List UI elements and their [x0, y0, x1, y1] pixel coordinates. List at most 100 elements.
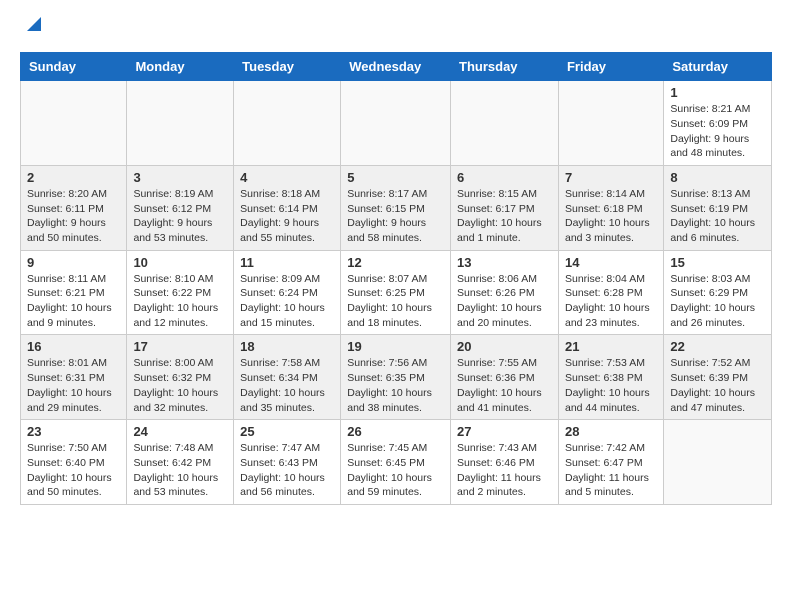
day-info: Sunrise: 8:18 AM Sunset: 6:14 PM Dayligh…: [240, 187, 334, 246]
day-info: Sunrise: 7:52 AM Sunset: 6:39 PM Dayligh…: [670, 356, 765, 415]
day-number: 9: [27, 255, 120, 270]
day-number: 23: [27, 424, 120, 439]
calendar-cell: 2 Sunrise: 8:20 AM Sunset: 6:11 PM Daylig…: [21, 165, 127, 250]
day-info: Sunrise: 8:11 AM Sunset: 6:21 PM Dayligh…: [27, 272, 120, 331]
day-info: Sunrise: 7:56 AM Sunset: 6:35 PM Dayligh…: [347, 356, 444, 415]
calendar-cell: 25 Sunrise: 7:47 AM Sunset: 6:43 PM Dayli…: [234, 420, 341, 505]
day-info: Sunrise: 8:15 AM Sunset: 6:17 PM Dayligh…: [457, 187, 552, 246]
day-info: Sunrise: 7:58 AM Sunset: 6:34 PM Dayligh…: [240, 356, 334, 415]
page: SundayMondayTuesdayWednesdayThursdayFrid…: [0, 0, 792, 521]
calendar-cell: 15Sunrise: 8:03 AM Sunset: 6:29 PM Dayli…: [664, 250, 772, 335]
calendar-cell: 12 Sunrise: 8:07 AM Sunset: 6:25 PM Dayli…: [341, 250, 451, 335]
weekday-header-sunday: Sunday: [21, 53, 127, 81]
weekday-header-wednesday: Wednesday: [341, 53, 451, 81]
day-number: 16: [27, 339, 120, 354]
calendar-cell: [234, 81, 341, 166]
calendar-cell: [341, 81, 451, 166]
calendar-cell: 23Sunrise: 7:50 AM Sunset: 6:40 PM Dayli…: [21, 420, 127, 505]
calendar-cell: [127, 81, 234, 166]
day-number: 11: [240, 255, 334, 270]
day-info: Sunrise: 8:20 AM Sunset: 6:11 PM Dayligh…: [27, 187, 120, 246]
weekday-header-monday: Monday: [127, 53, 234, 81]
week-row-5: 23Sunrise: 7:50 AM Sunset: 6:40 PM Dayli…: [21, 420, 772, 505]
day-info: Sunrise: 7:53 AM Sunset: 6:38 PM Dayligh…: [565, 356, 657, 415]
day-number: 8: [670, 170, 765, 185]
day-info: Sunrise: 8:06 AM Sunset: 6:26 PM Dayligh…: [457, 272, 552, 331]
week-row-3: 9 Sunrise: 8:11 AM Sunset: 6:21 PM Daylig…: [21, 250, 772, 335]
calendar-cell: 26Sunrise: 7:45 AM Sunset: 6:45 PM Dayli…: [341, 420, 451, 505]
calendar-cell: [451, 81, 559, 166]
day-info: Sunrise: 8:01 AM Sunset: 6:31 PM Dayligh…: [27, 356, 120, 415]
day-number: 13: [457, 255, 552, 270]
week-row-2: 2 Sunrise: 8:20 AM Sunset: 6:11 PM Daylig…: [21, 165, 772, 250]
day-info: Sunrise: 8:09 AM Sunset: 6:24 PM Dayligh…: [240, 272, 334, 331]
day-number: 6: [457, 170, 552, 185]
calendar-cell: 14Sunrise: 8:04 AM Sunset: 6:28 PM Dayli…: [558, 250, 663, 335]
calendar-cell: 3 Sunrise: 8:19 AM Sunset: 6:12 PM Daylig…: [127, 165, 234, 250]
day-number: 22: [670, 339, 765, 354]
day-info: Sunrise: 8:10 AM Sunset: 6:22 PM Dayligh…: [133, 272, 227, 331]
calendar-cell: 20 Sunrise: 7:55 AM Sunset: 6:36 PM Dayli…: [451, 335, 559, 420]
calendar-cell: 22 Sunrise: 7:52 AM Sunset: 6:39 PM Dayli…: [664, 335, 772, 420]
day-info: Sunrise: 8:00 AM Sunset: 6:32 PM Dayligh…: [133, 356, 227, 415]
week-row-1: 1 Sunrise: 8:21 AM Sunset: 6:09 PM Daylig…: [21, 81, 772, 166]
calendar-cell: 6 Sunrise: 8:15 AM Sunset: 6:17 PM Daylig…: [451, 165, 559, 250]
day-info: Sunrise: 7:42 AM Sunset: 6:47 PM Dayligh…: [565, 441, 657, 500]
calendar-cell: 11 Sunrise: 8:09 AM Sunset: 6:24 PM Dayli…: [234, 250, 341, 335]
calendar-cell: 19 Sunrise: 7:56 AM Sunset: 6:35 PM Dayli…: [341, 335, 451, 420]
day-number: 2: [27, 170, 120, 185]
calendar-cell: 21Sunrise: 7:53 AM Sunset: 6:38 PM Dayli…: [558, 335, 663, 420]
day-number: 25: [240, 424, 334, 439]
day-number: 17: [133, 339, 227, 354]
day-info: Sunrise: 8:13 AM Sunset: 6:19 PM Dayligh…: [670, 187, 765, 246]
calendar-cell: 10 Sunrise: 8:10 AM Sunset: 6:22 PM Dayli…: [127, 250, 234, 335]
day-number: 1: [670, 85, 765, 100]
day-info: Sunrise: 7:43 AM Sunset: 6:46 PM Dayligh…: [457, 441, 552, 500]
weekday-header-friday: Friday: [558, 53, 663, 81]
calendar-cell: 28 Sunrise: 7:42 AM Sunset: 6:47 PM Dayli…: [558, 420, 663, 505]
day-number: 28: [565, 424, 657, 439]
weekday-header-tuesday: Tuesday: [234, 53, 341, 81]
calendar-cell: [558, 81, 663, 166]
day-number: 19: [347, 339, 444, 354]
calendar-cell: 13 Sunrise: 8:06 AM Sunset: 6:26 PM Dayli…: [451, 250, 559, 335]
day-number: 26: [347, 424, 444, 439]
weekday-header-thursday: Thursday: [451, 53, 559, 81]
day-info: Sunrise: 7:48 AM Sunset: 6:42 PM Dayligh…: [133, 441, 227, 500]
calendar-cell: 7Sunrise: 8:14 AM Sunset: 6:18 PM Daylig…: [558, 165, 663, 250]
calendar-cell: 18 Sunrise: 7:58 AM Sunset: 6:34 PM Dayli…: [234, 335, 341, 420]
calendar-cell: 8 Sunrise: 8:13 AM Sunset: 6:19 PM Daylig…: [664, 165, 772, 250]
header: [20, 16, 772, 40]
day-number: 4: [240, 170, 334, 185]
day-info: Sunrise: 8:19 AM Sunset: 6:12 PM Dayligh…: [133, 187, 227, 246]
day-info: Sunrise: 8:07 AM Sunset: 6:25 PM Dayligh…: [347, 272, 444, 331]
calendar-cell: [21, 81, 127, 166]
weekday-header-saturday: Saturday: [664, 53, 772, 81]
calendar-cell: 24 Sunrise: 7:48 AM Sunset: 6:42 PM Dayli…: [127, 420, 234, 505]
weekday-header-row: SundayMondayTuesdayWednesdayThursdayFrid…: [21, 53, 772, 81]
calendar-cell: 4 Sunrise: 8:18 AM Sunset: 6:14 PM Daylig…: [234, 165, 341, 250]
day-number: 12: [347, 255, 444, 270]
day-number: 3: [133, 170, 227, 185]
logo: [20, 16, 45, 40]
calendar: SundayMondayTuesdayWednesdayThursdayFrid…: [20, 52, 772, 505]
day-number: 27: [457, 424, 552, 439]
day-number: 5: [347, 170, 444, 185]
week-row-4: 16 Sunrise: 8:01 AM Sunset: 6:31 PM Dayli…: [21, 335, 772, 420]
calendar-cell: 17 Sunrise: 8:00 AM Sunset: 6:32 PM Dayli…: [127, 335, 234, 420]
day-number: 10: [133, 255, 227, 270]
day-info: Sunrise: 8:17 AM Sunset: 6:15 PM Dayligh…: [347, 187, 444, 246]
day-number: 18: [240, 339, 334, 354]
calendar-cell: 16 Sunrise: 8:01 AM Sunset: 6:31 PM Dayli…: [21, 335, 127, 420]
calendar-cell: 9 Sunrise: 8:11 AM Sunset: 6:21 PM Daylig…: [21, 250, 127, 335]
day-info: Sunrise: 7:55 AM Sunset: 6:36 PM Dayligh…: [457, 356, 552, 415]
day-number: 20: [457, 339, 552, 354]
logo-arrow-icon: [23, 13, 45, 35]
calendar-cell: 1 Sunrise: 8:21 AM Sunset: 6:09 PM Daylig…: [664, 81, 772, 166]
calendar-cell: 5 Sunrise: 8:17 AM Sunset: 6:15 PM Daylig…: [341, 165, 451, 250]
day-number: 24: [133, 424, 227, 439]
day-info: Sunrise: 8:21 AM Sunset: 6:09 PM Dayligh…: [670, 102, 765, 161]
calendar-cell: [664, 420, 772, 505]
day-info: Sunrise: 7:47 AM Sunset: 6:43 PM Dayligh…: [240, 441, 334, 500]
day-number: 7: [565, 170, 657, 185]
